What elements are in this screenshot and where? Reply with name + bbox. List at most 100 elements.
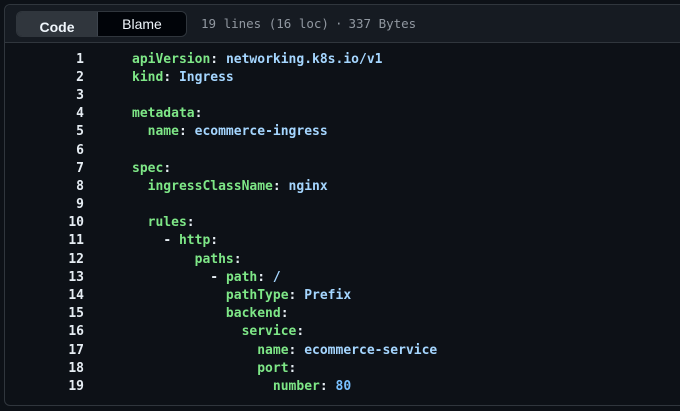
- colon: :: [288, 360, 297, 376]
- code-line: 2 kind: Ingress: [5, 68, 680, 86]
- line-source: paths:: [132, 252, 242, 267]
- line-count: 19 lines (16 loc): [201, 16, 329, 31]
- line-number[interactable]: 11: [5, 233, 84, 248]
- line-number[interactable]: 15: [5, 306, 84, 321]
- yaml-key: apiVersion: [132, 51, 211, 67]
- line-number[interactable]: 4: [5, 106, 84, 121]
- colon: :: [257, 269, 266, 285]
- line-source: - path: /: [132, 269, 281, 285]
- line-number[interactable]: 19: [5, 379, 84, 394]
- code-line: 3: [5, 86, 680, 104]
- view-toggle: Code Blame: [16, 10, 187, 37]
- yaml-value: Prefix: [304, 288, 352, 304]
- file-size: 337 Bytes: [348, 16, 417, 31]
- yaml-key: http: [178, 233, 211, 249]
- yaml-key: backend: [225, 306, 281, 322]
- line-source: pathType: Prefix: [132, 288, 351, 303]
- line-number[interactable]: 12: [5, 252, 84, 267]
- yaml-key: rules: [147, 215, 187, 231]
- line-number[interactable]: 3: [5, 88, 84, 103]
- yaml-key: pathType: [225, 288, 289, 304]
- blame-button[interactable]: Blame: [98, 11, 186, 36]
- colon: :: [163, 69, 172, 85]
- line-source: - http:: [132, 233, 218, 248]
- line-number[interactable]: 7: [5, 161, 84, 176]
- line-source: apiVersion: networking.k8s.io/v1: [132, 52, 382, 67]
- line-number[interactable]: 10: [5, 215, 84, 230]
- line-number[interactable]: 18: [5, 361, 84, 376]
- code-line: 8 ingressClassName: nginx: [5, 177, 680, 195]
- code-line: 17 name: ecommerce-service: [5, 341, 680, 359]
- code-line: 15 backend:: [5, 305, 680, 323]
- yaml-key: kind: [132, 69, 164, 85]
- line-number[interactable]: 16: [5, 324, 84, 339]
- code-button[interactable]: Code: [17, 11, 98, 36]
- code-body: 1 apiVersion: networking.k8s.io/v1 2 kind: …: [5, 43, 680, 396]
- yaml-key: name: [147, 124, 179, 140]
- line-number[interactable]: 6: [5, 143, 84, 158]
- code-line: 13 - path: /: [5, 268, 680, 286]
- code-viewer: Code Blame 19 lines (16 loc) · 337 Bytes…: [4, 4, 680, 406]
- code-line: 18 port:: [5, 359, 680, 377]
- line-source: port:: [132, 361, 296, 376]
- yaml-key: port: [257, 360, 289, 376]
- line-source: service:: [132, 324, 305, 339]
- line-source: backend:: [132, 306, 289, 321]
- colon: :: [186, 215, 195, 231]
- line-number[interactable]: 8: [5, 179, 84, 194]
- yaml-key: paths: [194, 251, 234, 267]
- line-source: name: ecommerce-service: [132, 343, 437, 358]
- code-line: 19 number: 80: [5, 377, 680, 395]
- colon: :: [233, 251, 242, 267]
- colon: :: [163, 160, 172, 176]
- yaml-value: 80: [335, 378, 352, 394]
- info-separator: ·: [334, 16, 343, 31]
- yaml-value: /: [272, 269, 281, 285]
- code-line: 1 apiVersion: networking.k8s.io/v1: [5, 50, 680, 68]
- line-source: kind: Ingress: [132, 70, 234, 85]
- code-line: 10 rules:: [5, 214, 680, 232]
- file-header: Code Blame 19 lines (16 loc) · 337 Bytes: [5, 5, 680, 43]
- list-dash: -: [163, 233, 179, 249]
- yaml-key: name: [257, 342, 289, 358]
- line-number[interactable]: 9: [5, 197, 84, 212]
- line-number[interactable]: 5: [5, 124, 84, 139]
- line-number[interactable]: 13: [5, 270, 84, 285]
- line-source: ingressClassName: nginx: [132, 179, 328, 194]
- colon: :: [280, 306, 289, 322]
- colon: :: [178, 124, 187, 140]
- colon: :: [194, 106, 203, 122]
- code-line: 9: [5, 196, 680, 214]
- code-line: 11 - http:: [5, 232, 680, 250]
- line-source: rules:: [132, 215, 195, 230]
- line-number[interactable]: 1: [5, 52, 84, 67]
- yaml-key: spec: [132, 160, 164, 176]
- code-line: 14 pathType: Prefix: [5, 286, 680, 304]
- yaml-key: path: [225, 269, 258, 285]
- yaml-value: networking.k8s.io/v1: [225, 51, 383, 67]
- line-number[interactable]: 17: [5, 343, 84, 358]
- line-source: number: 80: [132, 379, 351, 394]
- colon: :: [272, 178, 281, 194]
- line-source: spec:: [132, 161, 171, 176]
- line-number[interactable]: 2: [5, 70, 84, 85]
- code-line: 12 paths:: [5, 250, 680, 268]
- code-line: 4 metadata:: [5, 105, 680, 123]
- yaml-value: Ingress: [178, 69, 234, 85]
- yaml-value: ecommerce-service: [304, 342, 438, 358]
- yaml-key: metadata: [132, 106, 195, 122]
- code-line: 6: [5, 141, 680, 159]
- line-number[interactable]: 14: [5, 288, 84, 303]
- line-source: name: ecommerce-ingress: [132, 124, 328, 139]
- code-line: 5 name: ecommerce-ingress: [5, 123, 680, 141]
